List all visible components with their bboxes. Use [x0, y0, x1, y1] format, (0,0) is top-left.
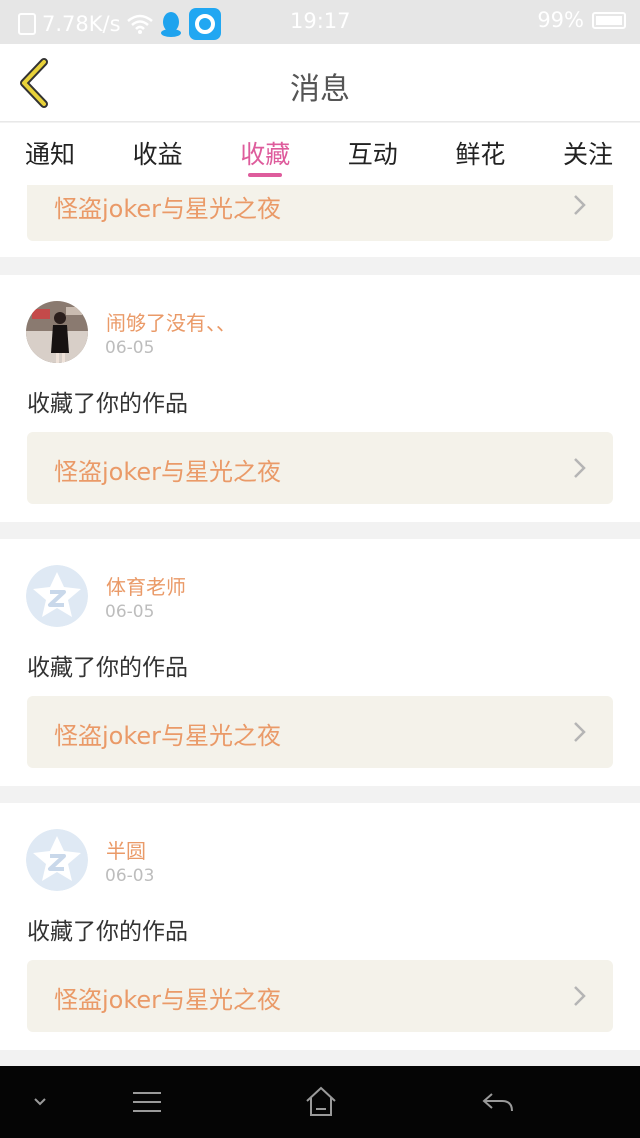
home-icon[interactable] [304, 1084, 338, 1120]
back-arrow-icon[interactable] [480, 1084, 516, 1120]
photo-avatar-icon [26, 301, 88, 363]
tab-bar: 通知 收益 收藏 互动 鲜花 关注 [0, 123, 640, 185]
list-item: 半圆 06-03 收藏了你的作品 怪盗joker与星光之夜 [0, 803, 640, 1050]
battery-percent: 99% [537, 8, 584, 32]
tab-interactions[interactable]: 互动 [348, 123, 398, 185]
wifi-icon [126, 14, 153, 34]
clock: 19:17 [290, 9, 351, 33]
menu-icon[interactable] [130, 1084, 164, 1120]
work-link[interactable]: 怪盗joker与星光之夜 [27, 432, 613, 504]
work-link[interactable]: 怪盗joker与星光之夜 [27, 696, 613, 768]
avatar[interactable] [26, 565, 88, 627]
message-date: 06-05 [105, 338, 155, 358]
header: 消息 [0, 44, 640, 122]
chevron-right-icon [574, 986, 586, 1006]
work-link[interactable]: 怪盗joker与星光之夜 [27, 960, 613, 1032]
qq-icon [160, 12, 181, 37]
battery-icon [592, 11, 626, 29]
work-title: 怪盗joker与星光之夜 [54, 722, 282, 750]
list-item: 体育老师 06-05 收藏了你的作品 怪盗joker与星光之夜 [0, 539, 640, 786]
chevron-down-icon[interactable] [30, 1084, 50, 1120]
system-nav-bar [0, 1066, 640, 1138]
tab-earnings[interactable]: 收益 [133, 123, 183, 185]
tab-favorites[interactable]: 收藏 [240, 123, 290, 185]
tab-notifications[interactable]: 通知 [25, 123, 75, 185]
message-date: 06-05 [105, 602, 155, 622]
status-left: 7.78K/s [18, 8, 221, 40]
message-date: 06-03 [105, 866, 155, 886]
work-title: 怪盗joker与星光之夜 [54, 458, 282, 486]
list-item: 怪盗joker与星光之夜 [0, 185, 640, 257]
network-speed: 7.78K/s [42, 12, 121, 36]
message-list: 怪盗joker与星光之夜 闹够了没有、、 06-05 收藏了你的作品 怪盗jok… [0, 185, 640, 1066]
chevron-right-icon [574, 458, 586, 478]
work-title: 怪盗joker与星光之夜 [54, 986, 282, 1014]
tab-following[interactable]: 关注 [563, 123, 613, 185]
sim-icon [18, 13, 36, 35]
username[interactable]: 闹够了没有、、 [106, 307, 236, 336]
default-avatar-icon [26, 829, 88, 891]
tab-flowers[interactable]: 鲜花 [455, 123, 505, 185]
username[interactable]: 半圆 [106, 835, 146, 864]
list-item: 闹够了没有、、 06-05 收藏了你的作品 怪盗joker与星光之夜 [0, 275, 640, 522]
chevron-right-icon [574, 195, 586, 215]
username[interactable]: 体育老师 [106, 571, 186, 600]
default-avatar-icon [26, 565, 88, 627]
work-link[interactable]: 怪盗joker与星光之夜 [27, 185, 613, 241]
avatar[interactable] [26, 301, 88, 363]
status-right: 99% [537, 8, 626, 32]
message-text: 收藏了你的作品 [27, 655, 188, 681]
app-notification-icon [188, 8, 221, 40]
page-title: 消息 [290, 72, 350, 107]
work-title: 怪盗joker与星光之夜 [54, 195, 282, 223]
chevron-right-icon [574, 722, 586, 742]
status-bar: 7.78K/s 19:17 99% [0, 0, 640, 44]
avatar[interactable] [26, 829, 88, 891]
message-text: 收藏了你的作品 [27, 391, 188, 417]
message-text: 收藏了你的作品 [27, 919, 188, 945]
